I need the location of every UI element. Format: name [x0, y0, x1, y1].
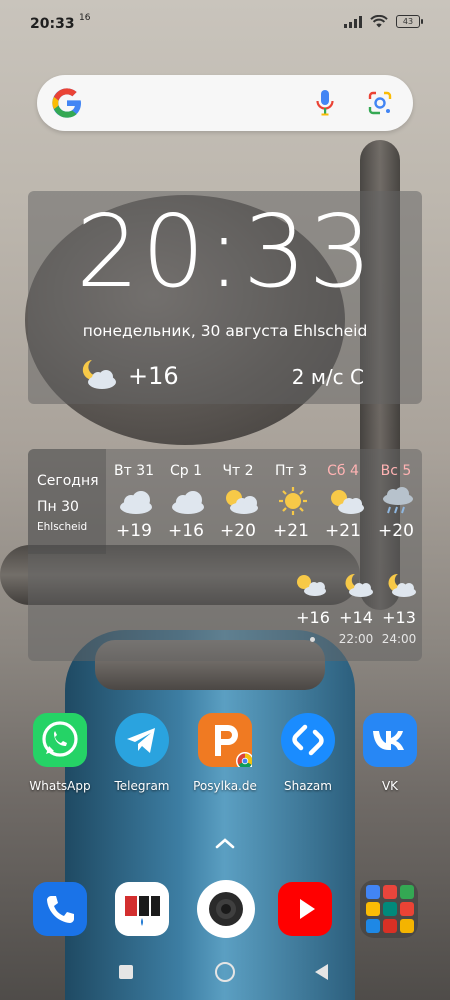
hourly-temp: +16 — [296, 608, 330, 627]
battery-icon: 43 — [396, 15, 423, 28]
forecast-day-temp: +19 — [116, 521, 152, 541]
app-label: Shazam — [284, 779, 332, 793]
whatsapp-icon — [33, 713, 87, 767]
notification-count: 16 — [79, 13, 91, 23]
current-hour-dot — [310, 637, 315, 642]
telegram-icon — [115, 713, 169, 767]
yap-icon[interactable] — [115, 882, 169, 936]
today-label: Сегодня — [37, 473, 99, 489]
forecast-day-temp: +20 — [220, 521, 256, 541]
chrome-mini-icon — [366, 885, 380, 899]
app-label: Posylka.de — [193, 779, 257, 793]
partly-cloudy-icon — [331, 490, 364, 514]
clock-widget[interactable]: 20:33 понедельник, 30 августа Ehlscheid … — [28, 191, 422, 404]
partly-cloudy-icon — [226, 490, 258, 514]
app-shazam[interactable]: Shazam — [268, 713, 348, 793]
vk-icon — [363, 713, 417, 767]
battery-level: 43 — [402, 17, 414, 26]
wind-speed: 2 м/с С — [291, 365, 364, 389]
moon-cloud-icon — [82, 360, 116, 389]
wallpaper-mic-body — [65, 630, 355, 1000]
status-time: 20:33 — [30, 16, 75, 32]
recent-apps-button[interactable] — [119, 965, 133, 979]
forecast-day-label: Вс 5 — [380, 463, 412, 479]
forecast-day-temp: +16 — [168, 521, 204, 541]
forecast-day-temp: +21 — [325, 521, 361, 541]
clock-date-location: понедельник, 30 августа Ehlscheid — [82, 322, 368, 340]
posylka-icon — [198, 713, 254, 770]
files-mini-icon — [366, 919, 380, 933]
camera-icon[interactable] — [197, 880, 255, 938]
forecast-day-label: Вт 31 — [113, 463, 155, 479]
app-label: WhatsApp — [29, 779, 91, 793]
youtube-icon[interactable] — [278, 882, 332, 936]
app-vk[interactable]: VK — [350, 713, 430, 793]
phone-icon[interactable] — [33, 882, 87, 936]
moon-cloud-icon — [345, 573, 373, 597]
forecast-day-temp: +21 — [273, 521, 309, 541]
hourly-time: 24:00 — [381, 632, 417, 646]
app-label: Telegram — [114, 779, 170, 793]
forecast-day-label: Сб 4 — [327, 463, 359, 479]
sun-icon — [279, 487, 307, 515]
wifi-icon — [370, 15, 388, 28]
hourly-temp: +13 — [382, 608, 416, 627]
app-whatsapp[interactable]: WhatsApp — [20, 713, 100, 793]
rain-icon — [383, 487, 413, 514]
shazam-icon — [281, 713, 335, 767]
today-date: Пн 30 — [37, 499, 79, 515]
app-label: VK — [381, 779, 399, 793]
keep-mini-icon — [400, 919, 414, 933]
back-button[interactable] — [315, 964, 328, 980]
status-bar: 20:33 16 43 — [0, 0, 450, 48]
signal-icon — [344, 15, 362, 28]
forecast-day-label: Чт 2 — [222, 463, 254, 479]
google-lens-icon[interactable] — [367, 90, 393, 116]
app-folder[interactable] — [360, 880, 418, 938]
hourly-time: 22:00 — [338, 632, 374, 646]
google-logo-icon — [52, 88, 81, 118]
moon-cloud-icon — [388, 573, 416, 597]
forecast-day-label: Ср 1 — [169, 463, 203, 479]
current-temperature: +16 — [128, 362, 179, 390]
forecast-location: Ehlscheid — [37, 521, 88, 533]
forecast-day-label: Пт 3 — [274, 463, 308, 479]
cloud-icon — [172, 491, 204, 514]
drive-mini-icon — [366, 902, 380, 916]
voice-search-icon[interactable] — [315, 89, 335, 117]
google-search-bar[interactable] — [37, 75, 413, 131]
home-button[interactable] — [215, 962, 235, 982]
app-drawer-chevron-icon[interactable] — [213, 836, 237, 850]
partly-cloudy-icon — [297, 575, 326, 596]
status-indicators: 43 — [344, 15, 423, 28]
app-posylka[interactable]: Posylka.de — [185, 713, 265, 793]
calendar-mini-icon — [383, 919, 397, 933]
hourly-temp: +14 — [339, 608, 373, 627]
gmail-mini-icon — [400, 902, 414, 916]
maps-mini-icon — [400, 885, 414, 899]
clock-time: 20:33 — [75, 193, 375, 310]
forecast-widget[interactable]: Сегодня Пн 30 Ehlscheid Вт 31 Ср 1 Чт 2 … — [28, 449, 422, 661]
forecast-day-temp: +20 — [378, 521, 414, 541]
photos-mini-icon — [383, 885, 397, 899]
navigation-bar — [0, 950, 450, 1000]
cloud-icon — [120, 491, 152, 514]
app-telegram[interactable]: Telegram — [102, 713, 182, 793]
play-mini-icon — [383, 902, 397, 916]
